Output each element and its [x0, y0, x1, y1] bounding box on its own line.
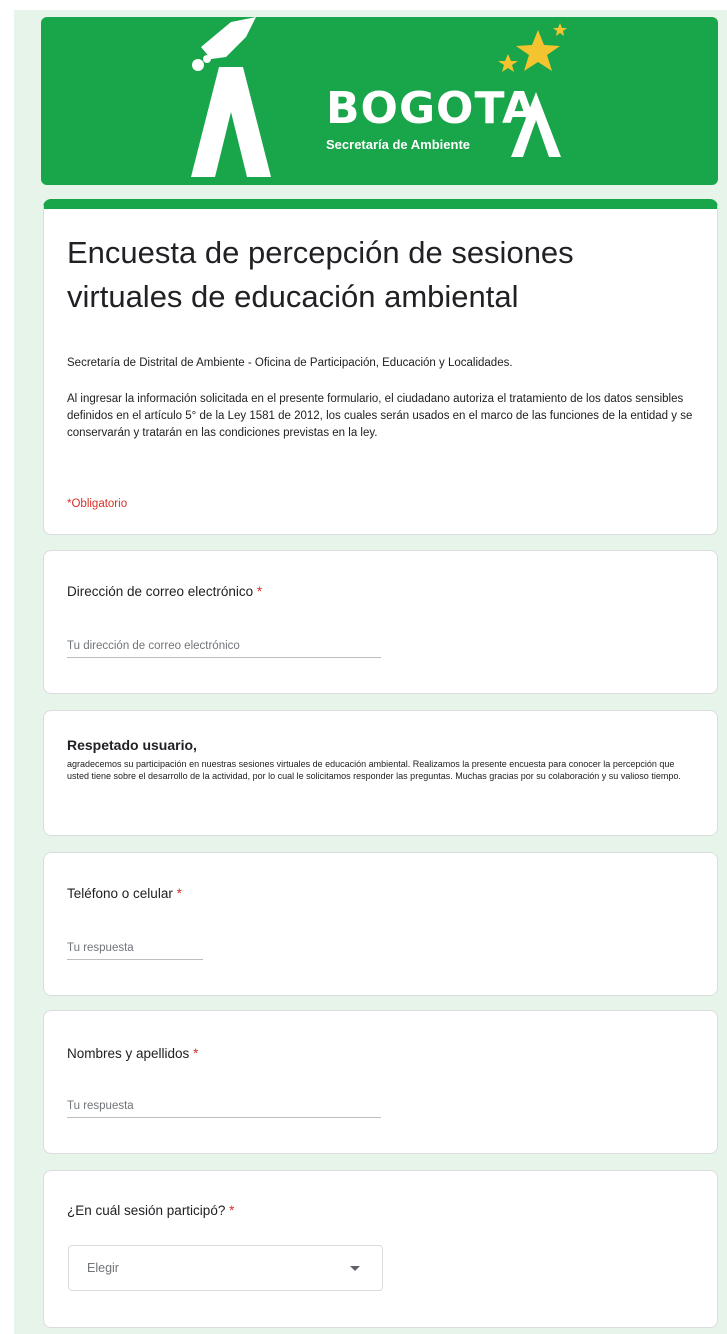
- name-question-card: Nombres y apellidos * Tu respuesta: [43, 1010, 718, 1154]
- star-icon: [553, 23, 567, 36]
- email-question-card: Dirección de correo electrónico * Tu dir…: [43, 550, 718, 694]
- required-mark: *: [193, 1046, 199, 1061]
- phone-question-card: Teléfono o celular * Tu respuesta: [43, 852, 718, 996]
- header-banner: BOGOTA Secretaría de Ambiente: [41, 17, 718, 185]
- consent-text: Al ingresar la información solicitada en…: [67, 393, 693, 439]
- star-icon: [516, 30, 560, 71]
- phone-question-label: Teléfono o celular *: [67, 886, 182, 901]
- name-input[interactable]: Tu respuesta: [67, 1095, 381, 1118]
- phone-input[interactable]: Tu respuesta: [67, 937, 203, 960]
- brand-subtitle: Secretaría de Ambiente: [326, 137, 471, 152]
- required-mark: *: [229, 1203, 235, 1218]
- name-question-label: Nombres y apellidos *: [67, 1046, 198, 1061]
- session-select-value: Elegir: [87, 1261, 119, 1275]
- form-title: Encuesta de percepción de sesiones virtu…: [67, 235, 574, 314]
- notice-body: agradecemos su participación en nuestras…: [67, 759, 681, 781]
- session-select[interactable]: Elegir: [68, 1245, 383, 1291]
- session-question-label: ¿En cuál sesión participó? *: [67, 1203, 234, 1218]
- name-input-placeholder: Tu respuesta: [67, 1100, 134, 1112]
- session-question-card: ¿En cuál sesión participó? * Elegir: [43, 1170, 718, 1328]
- notice-card: Respetado usuario, agradecemos su partic…: [43, 710, 718, 836]
- email-input[interactable]: Tu dirección de correo electrónico: [67, 635, 381, 658]
- required-note: *Obligatorio: [67, 498, 128, 510]
- required-mark: *: [256, 584, 263, 599]
- email-question-label: Dirección de correo electrónico *: [67, 584, 262, 599]
- brand-name: BOGOTA: [326, 83, 538, 134]
- required-mark: *: [176, 886, 182, 901]
- session-label-text: ¿En cuál sesión participó?: [67, 1203, 226, 1218]
- notice-title: Respetado usuario,: [67, 737, 197, 753]
- email-input-placeholder: Tu dirección de correo electrónico: [67, 640, 240, 652]
- phone-input-placeholder: Tu respuesta: [67, 942, 134, 954]
- chevron-down-icon: [350, 1266, 360, 1271]
- org-line: Secretaría de Distrital de Ambiente - Of…: [67, 357, 513, 369]
- form-header-card: Encuesta de percepción de sesiones virtu…: [43, 199, 718, 535]
- name-label-text: Nombres y apellidos: [67, 1046, 190, 1061]
- phone-label-text: Teléfono o celular: [67, 886, 173, 901]
- email-label-text: Dirección de correo electrónico: [67, 584, 254, 599]
- star-icon: [498, 54, 518, 72]
